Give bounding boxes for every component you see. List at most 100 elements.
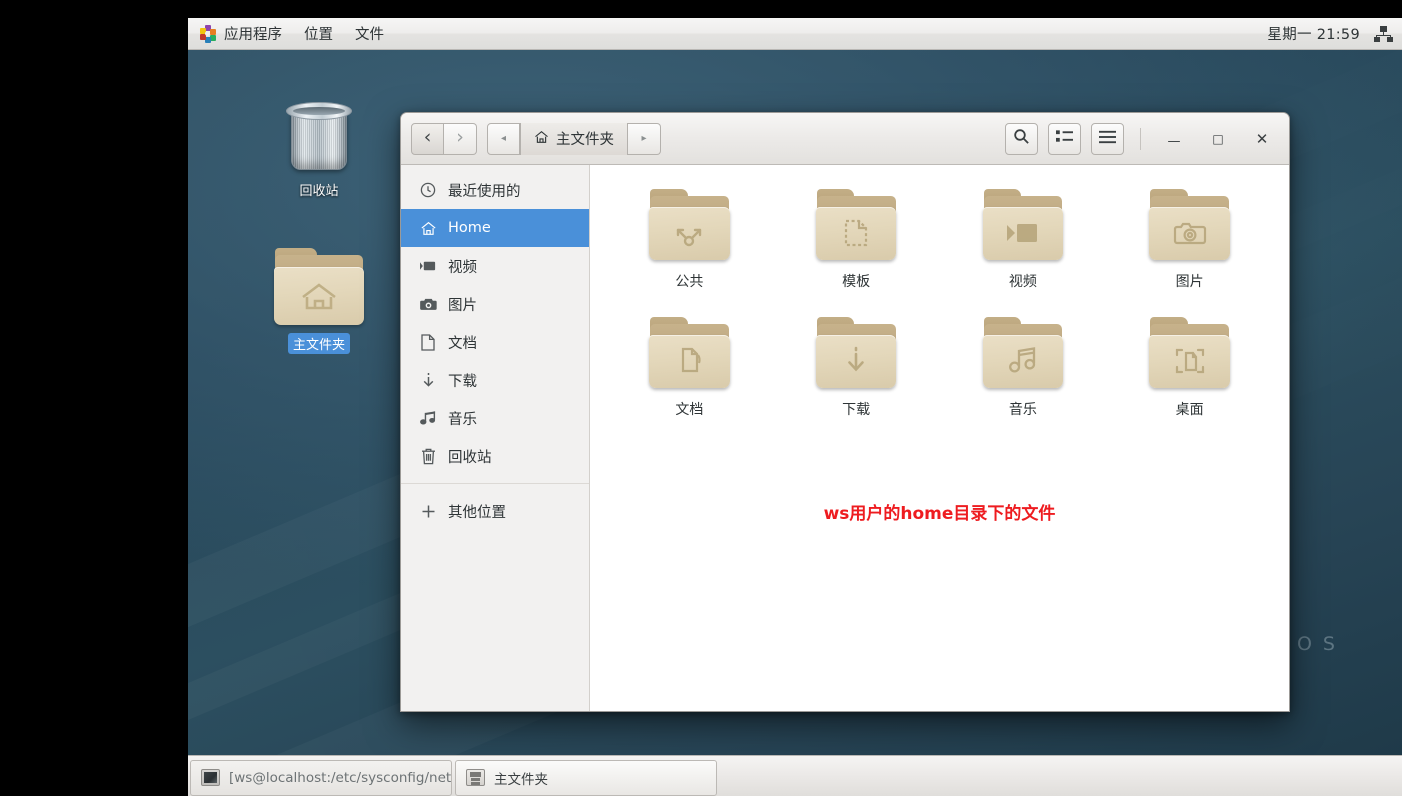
folder-icon — [815, 189, 897, 263]
sidebar-item-pictures[interactable]: 图片 — [401, 285, 589, 323]
file-name: 桌面 — [1175, 402, 1204, 418]
trash-icon — [419, 448, 437, 465]
sidebar-item-label: 文档 — [448, 335, 477, 352]
file-manager-icon — [466, 769, 485, 786]
home-icon — [534, 130, 549, 148]
document-icon — [419, 333, 437, 351]
file-item-videos[interactable]: 视频 — [940, 183, 1107, 297]
menu-applications-label: 应用程序 — [224, 27, 282, 43]
sidebar-item-label: 最近使用的 — [448, 183, 521, 200]
desktop-icon — [1175, 347, 1205, 375]
window-body: 最近使用的 Home 视频 图片 文档 下载 音乐 回收站 其他位置 公共 模板… — [401, 165, 1289, 711]
breadcrumb-label: 主文件夹 — [556, 132, 614, 148]
screen: 7 TOS 回收站 主文件夹 — [0, 0, 1402, 796]
file-manager-window[interactable]: ‹ › ◂ 主文件夹 ▸ — □ ✕ 最近使用的 Home 视频 图片 文档 下… — [400, 112, 1290, 712]
desktop-icon-home[interactable]: 主文件夹 — [266, 248, 372, 354]
desktop-icon-trash[interactable]: 回收站 — [266, 98, 372, 200]
clock-icon — [419, 182, 437, 198]
trash-icon — [283, 98, 355, 174]
taskbar-item-label: 主文件夹 — [494, 771, 548, 788]
video-icon — [1006, 222, 1039, 244]
sidebar-item-music[interactable]: 音乐 — [401, 399, 589, 437]
terminal-icon — [201, 769, 220, 786]
titlebar-separator — [1140, 127, 1141, 150]
sidebar-item-downloads[interactable]: 下载 — [401, 361, 589, 399]
sidebar-item-label: 其他位置 — [448, 504, 506, 521]
music-icon — [1008, 347, 1038, 375]
view-toggle-button[interactable] — [1048, 122, 1081, 155]
sidebar-item-label: 下载 — [448, 373, 477, 390]
top-menubar: 应用程序 位置 文件 星期一 21:59 — [188, 18, 1402, 50]
music-icon — [419, 410, 437, 426]
file-name: 图片 — [1175, 274, 1204, 290]
file-item-templates[interactable]: 模板 — [773, 183, 940, 297]
sidebar-item-home[interactable]: Home — [401, 209, 589, 247]
video-icon — [419, 260, 437, 272]
clock[interactable]: 星期一 21:59 — [1259, 23, 1374, 44]
menu-places-label: 位置 — [304, 27, 333, 43]
menu-files-label: 文件 — [355, 27, 384, 43]
file-item-desktop[interactable]: 桌面 — [1106, 311, 1273, 425]
home-folder-icon — [273, 248, 365, 328]
breadcrumb-right-arrow[interactable]: ▸ — [628, 122, 661, 155]
camera-icon — [1173, 220, 1207, 246]
file-name: 公共 — [675, 274, 704, 290]
sidebar-item-label: Home — [448, 220, 491, 236]
taskbar-item-files[interactable]: 主文件夹 — [455, 759, 717, 796]
sidebar: 最近使用的 Home 视频 图片 文档 下载 音乐 回收站 其他位置 — [401, 165, 590, 711]
download-icon — [419, 372, 437, 389]
sidebar-item-trash[interactable]: 回收站 — [401, 437, 589, 475]
sidebar-item-other-locations[interactable]: 其他位置 — [401, 492, 589, 530]
sidebar-item-label: 音乐 — [448, 411, 477, 428]
desktop-icon-label: 回收站 — [299, 184, 339, 199]
folder-icon — [648, 317, 730, 391]
sidebar-item-videos[interactable]: 视频 — [401, 247, 589, 285]
menu-files[interactable]: 文件 — [344, 18, 395, 50]
menu-button[interactable] — [1091, 122, 1124, 155]
sidebar-item-documents[interactable]: 文档 — [401, 323, 589, 361]
file-grid-area[interactable]: 公共 模板 视频 图片 文档 下载 音乐 桌面 ws用户的home目录下的文件 — [590, 165, 1289, 711]
system-tray[interactable] — [1374, 25, 1402, 42]
annotation-text: ws用户的home目录下的文件 — [823, 504, 1056, 524]
folder-icon — [815, 317, 897, 391]
menu-places[interactable]: 位置 — [293, 18, 344, 50]
breadcrumb-left-arrow[interactable]: ◂ — [487, 122, 520, 155]
breadcrumb-item-home[interactable]: 主文件夹 — [520, 122, 628, 155]
file-item-documents[interactable]: 文档 — [606, 311, 773, 425]
desktop-icon-label: 主文件夹 — [287, 333, 350, 354]
folder-icon — [648, 189, 730, 263]
sidebar-item-label: 回收站 — [448, 449, 492, 466]
gnome-foot-icon — [199, 24, 217, 43]
minimize-button[interactable]: — — [1157, 122, 1191, 156]
list-view-icon — [1056, 129, 1073, 148]
window-titlebar: ‹ › ◂ 主文件夹 ▸ — □ ✕ — [401, 113, 1289, 165]
file-name: 音乐 — [1008, 402, 1037, 418]
sidebar-item-label: 图片 — [448, 297, 477, 314]
file-item-downloads[interactable]: 下载 — [773, 311, 940, 425]
taskbar: [ws@localhost:/etc/sysconfig/netw⋯ 主文件夹 — [188, 755, 1402, 796]
search-icon — [1013, 128, 1030, 149]
search-button[interactable] — [1005, 122, 1038, 155]
sidebar-item-label: 视频 — [448, 259, 477, 276]
file-name: 文档 — [675, 402, 704, 418]
taskbar-item-terminal[interactable]: [ws@localhost:/etc/sysconfig/netw⋯ — [190, 759, 452, 796]
hamburger-menu-icon — [1099, 130, 1116, 148]
close-button[interactable]: ✕ — [1245, 122, 1279, 156]
file-name: 下载 — [842, 402, 871, 418]
plus-icon — [419, 504, 437, 519]
back-button[interactable]: ‹ — [411, 122, 444, 155]
documents-icon — [675, 347, 703, 375]
file-item-public[interactable]: 公共 — [606, 183, 773, 297]
forward-button[interactable]: › — [444, 122, 477, 155]
taskbar-item-label: [ws@localhost:/etc/sysconfig/netw⋯ — [229, 769, 452, 786]
home-icon — [419, 221, 437, 236]
folder-icon — [1149, 189, 1231, 263]
file-name: 视频 — [1008, 274, 1037, 290]
menu-applications[interactable]: 应用程序 — [188, 18, 293, 50]
sidebar-item-recent[interactable]: 最近使用的 — [401, 171, 589, 209]
maximize-button[interactable]: □ — [1201, 122, 1235, 156]
file-item-music[interactable]: 音乐 — [940, 311, 1107, 425]
network-icon — [1374, 25, 1393, 42]
file-item-pictures[interactable]: 图片 — [1106, 183, 1273, 297]
download-icon — [845, 346, 867, 376]
